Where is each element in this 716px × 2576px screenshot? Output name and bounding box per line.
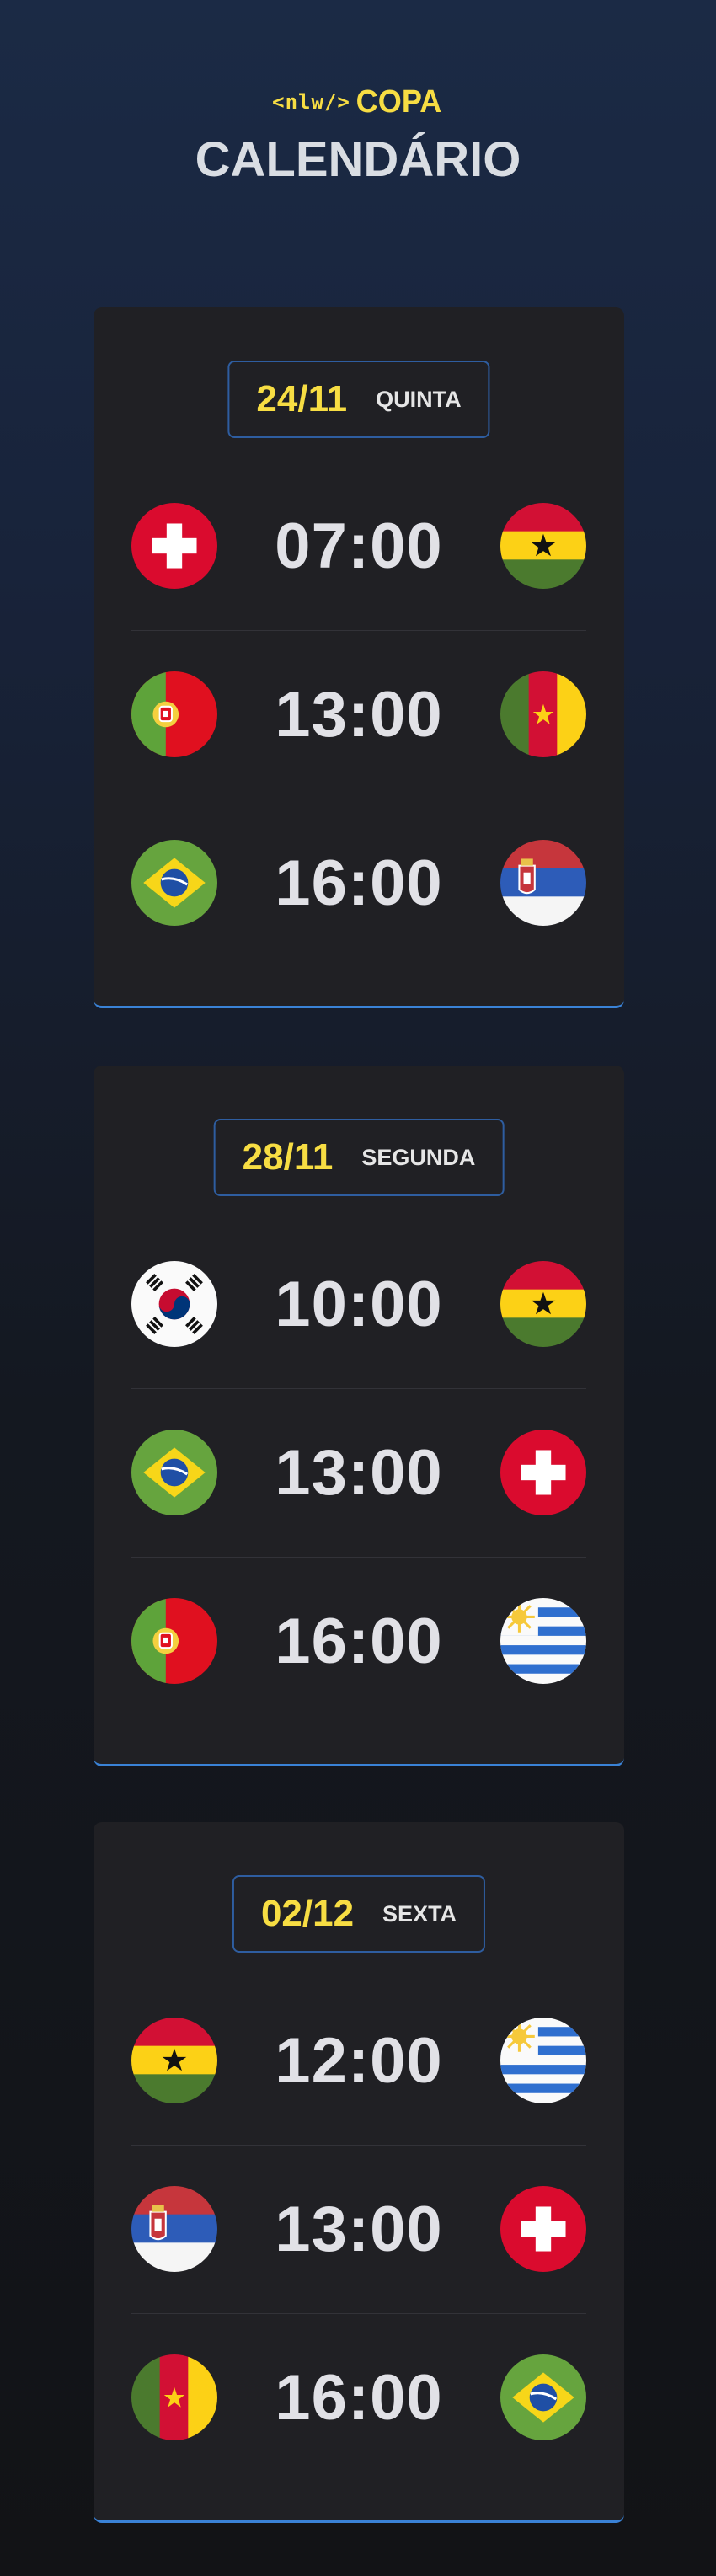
date-badge: 28/11 SEGUNDA: [213, 1119, 505, 1196]
match-row: 13:00: [131, 1388, 586, 1557]
match-row: 13:00: [131, 2145, 586, 2313]
match-weekday: QUINTA: [376, 386, 462, 412]
match-row: 16:00: [131, 2313, 586, 2482]
match-date: 28/11: [242, 1136, 334, 1178]
switzerland-flag-icon: [131, 503, 217, 589]
match-day-card: 24/11 QUINTA 07:00 13:00 16:00: [94, 307, 624, 1008]
match-day-card: 28/11 SEGUNDA 10:00 13:00 16:00: [94, 1066, 624, 1766]
match-weekday: SEXTA: [382, 1900, 457, 1927]
match-time: 10:00: [275, 1268, 443, 1340]
logo-tag: <nlw/>: [272, 90, 350, 114]
match-time: 16:00: [275, 2361, 443, 2434]
brazil-flag-icon: [131, 1430, 217, 1515]
match-time: 13:00: [275, 1436, 443, 1509]
ghana-flag-icon: [500, 1261, 586, 1347]
match-date: 02/12: [260, 1893, 355, 1934]
ghana-flag-icon: [500, 503, 586, 589]
cameroon-flag-icon: [131, 2354, 217, 2440]
match-time: 13:00: [275, 678, 443, 751]
match-time: 12:00: [275, 2024, 443, 2097]
match-day-card: 02/12 SEXTA 12:00 13:00 16:00: [94, 1822, 624, 2523]
match-time: 07:00: [275, 510, 443, 582]
match-row: 16:00: [131, 1557, 586, 1725]
match-time: 16:00: [275, 847, 443, 919]
portugal-flag-icon: [131, 671, 217, 757]
date-badge: 24/11 QUINTA: [227, 361, 490, 438]
switzerland-flag-icon: [500, 2186, 586, 2272]
uruguay-flag-icon: [500, 1598, 586, 1684]
match-row: 07:00: [131, 462, 586, 630]
match-row: 10:00: [131, 1220, 586, 1388]
brazil-flag-icon: [131, 840, 217, 926]
serbia-flag-icon: [500, 840, 586, 926]
page-title: CALENDÁRIO: [195, 132, 521, 187]
match-weekday: SEGUNDA: [361, 1144, 476, 1170]
logo-word: COPA: [355, 83, 442, 120]
match-date: 24/11: [256, 378, 348, 420]
uruguay-flag-icon: [500, 2018, 586, 2103]
cameroon-flag-icon: [500, 671, 586, 757]
match-row: 16:00: [131, 799, 586, 967]
brazil-flag-icon: [500, 2354, 586, 2440]
nlw-copa-logo: <nlw/> COPA: [0, 81, 716, 123]
ghana-flag-icon: [131, 2018, 217, 2103]
match-row: 12:00: [131, 1976, 586, 2145]
match-time: 16:00: [275, 1605, 443, 1677]
page-header: <nlw/> COPA CALENDÁRIO: [0, 81, 716, 188]
switzerland-flag-icon: [500, 1430, 586, 1515]
match-time: 13:00: [275, 2193, 443, 2265]
south-korea-flag-icon: [131, 1261, 217, 1347]
serbia-flag-icon: [131, 2186, 217, 2272]
date-badge: 02/12 SEXTA: [232, 1875, 486, 1953]
match-row: 13:00: [131, 630, 586, 799]
portugal-flag-icon: [131, 1598, 217, 1684]
